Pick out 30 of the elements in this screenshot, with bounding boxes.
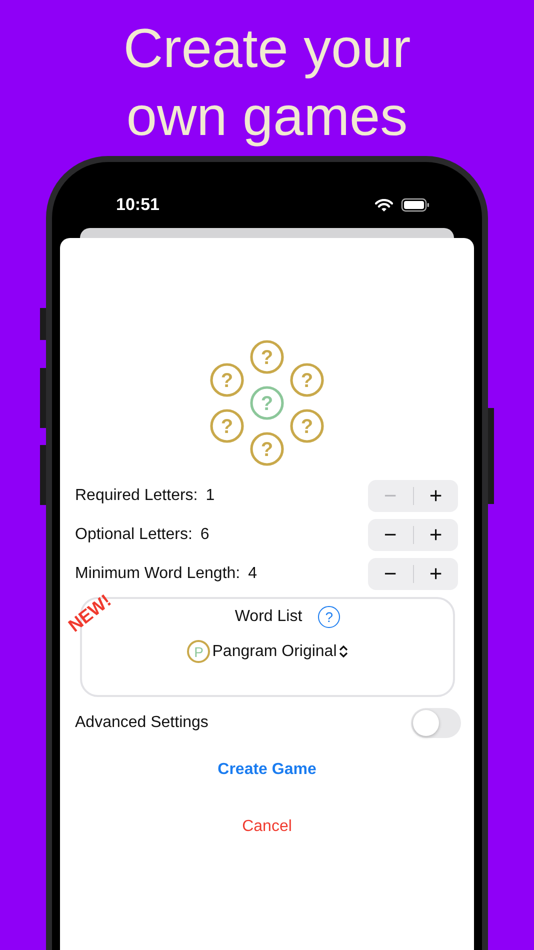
word-list-picker[interactable]: P Pangram Original bbox=[187, 640, 348, 663]
setting-label: Optional Letters: bbox=[75, 526, 192, 544]
decrement-button[interactable]: − bbox=[368, 558, 412, 590]
increment-button[interactable]: + bbox=[414, 558, 458, 590]
setting-label: Required Letters: bbox=[75, 486, 198, 504]
setting-value: 6 bbox=[200, 526, 210, 544]
letter-tile[interactable]: ? bbox=[250, 340, 284, 374]
setting-label: Advanced Settings bbox=[75, 714, 208, 732]
setting-label: Minimum Word Length: bbox=[75, 564, 240, 582]
wifi-icon bbox=[375, 198, 393, 212]
cancel-button[interactable]: Cancel bbox=[242, 818, 292, 836]
letter-tile[interactable]: ? bbox=[250, 432, 284, 466]
letter-tile[interactable]: ? bbox=[210, 363, 244, 397]
letter-tile[interactable]: ? bbox=[290, 409, 324, 443]
headline: Create your own games bbox=[122, 16, 412, 149]
letter-tile[interactable]: ? bbox=[290, 363, 324, 397]
increment-button[interactable]: + bbox=[414, 480, 458, 512]
toggle-switch[interactable] bbox=[411, 708, 461, 738]
chevron-up-down-icon bbox=[338, 645, 348, 658]
setting-value: 4 bbox=[248, 564, 258, 582]
decrement-button[interactable]: − bbox=[368, 518, 412, 550]
setting-value: 1 bbox=[206, 486, 215, 504]
help-button[interactable]: ? bbox=[318, 606, 340, 628]
list-letter-badge: P bbox=[187, 640, 210, 663]
word-list-title: Word List bbox=[234, 608, 302, 626]
increment-button[interactable]: + bbox=[414, 518, 458, 550]
battery-icon bbox=[401, 198, 430, 212]
status-time: 10:51 bbox=[116, 195, 160, 215]
create-game-button[interactable]: Create Game bbox=[218, 761, 316, 779]
letter-tile[interactable]: ? bbox=[210, 409, 244, 443]
